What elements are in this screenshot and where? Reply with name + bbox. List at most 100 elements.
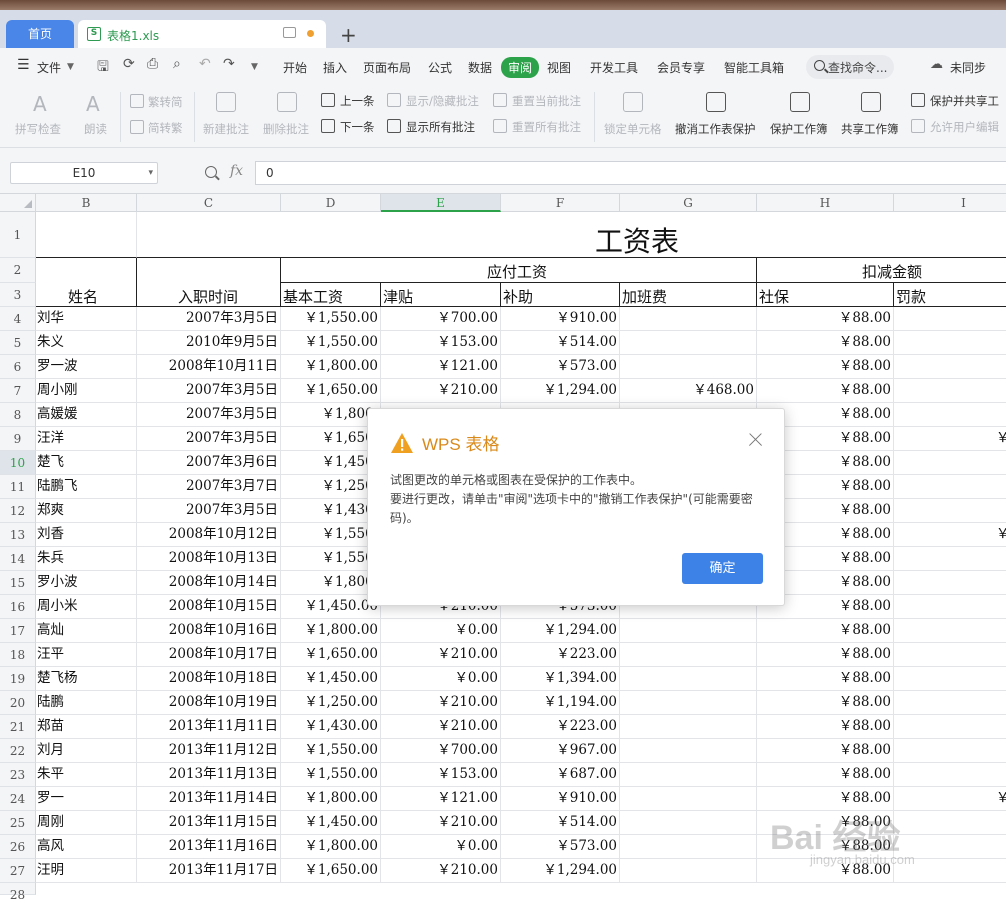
cell-i7[interactable] (894, 379, 1006, 403)
cell-g17[interactable] (620, 619, 757, 643)
column-header-f[interactable]: F (501, 194, 620, 212)
cell-f21[interactable]: ￥223.00 (501, 715, 620, 739)
cell-b10[interactable]: 楚飞 (36, 451, 137, 475)
cell-g18[interactable] (620, 643, 757, 667)
cell-f25[interactable]: ￥514.00 (501, 811, 620, 835)
cell-b18[interactable]: 汪平 (36, 643, 137, 667)
cell-c19[interactable]: 2008年10月18日 (137, 667, 281, 691)
show-all-comments-button[interactable]: 显示所有批注 (406, 119, 475, 135)
spell-check-button[interactable]: 拼写检查 (15, 121, 61, 137)
title-cell[interactable] (137, 212, 1006, 258)
cell-h7[interactable]: ￥88.00 (757, 379, 894, 403)
row-header-5[interactable]: 5 (0, 331, 36, 355)
cell-b9[interactable]: 汪洋 (36, 427, 137, 451)
row-header-7[interactable]: 7 (0, 379, 36, 403)
chevron-down-icon[interactable]: ▼ (67, 62, 74, 72)
cell-i10[interactable] (894, 451, 1006, 475)
row-header-11[interactable]: 11 (0, 475, 36, 499)
cell-f26[interactable]: ￥573.00 (501, 835, 620, 859)
command-search[interactable]: 查找命令... (806, 55, 894, 79)
cell-c5[interactable]: 2010年9月5日 (137, 331, 281, 355)
cell-g5[interactable] (620, 331, 757, 355)
save-icon[interactable]: 🖫 (97, 56, 109, 80)
cell-d14[interactable]: ￥1,550. (281, 547, 381, 571)
cell-b22[interactable]: 刘月 (36, 739, 137, 763)
column-header-c[interactable]: C (137, 194, 281, 212)
cell-f22[interactable]: ￥967.00 (501, 739, 620, 763)
simp-to-trad-button[interactable]: 简转繁 (148, 120, 183, 136)
new-comment-button[interactable]: 新建批注 (203, 121, 249, 137)
row-header-21[interactable]: 21 (0, 715, 36, 739)
cell-c10[interactable]: 2007年3月6日 (137, 451, 281, 475)
cell-h23[interactable]: ￥88.00 (757, 763, 894, 787)
show-hide-comment-button[interactable]: 显示/隐藏批注 (406, 93, 479, 109)
cell-g27[interactable] (620, 859, 757, 883)
cell-h22[interactable]: ￥88.00 (757, 739, 894, 763)
cell-i24[interactable]: ￥10. (894, 787, 1006, 811)
cell-c12[interactable]: 2007年3月5日 (137, 499, 281, 523)
cell-c27[interactable]: 2013年11月17日 (137, 859, 281, 883)
row-header-15[interactable]: 15 (0, 571, 36, 595)
column-header-e[interactable]: E (381, 194, 501, 212)
row-header-8[interactable]: 8 (0, 403, 36, 427)
cell-d22[interactable]: ￥1,550.00 (281, 739, 381, 763)
close-icon[interactable] (746, 431, 764, 449)
cell-e17[interactable]: ￥0.00 (381, 619, 501, 643)
cell-g4[interactable] (620, 307, 757, 331)
cell-d6[interactable]: ￥1,800.00 (281, 355, 381, 379)
cell-f19[interactable]: ￥1,394.00 (501, 667, 620, 691)
row-header-2[interactable]: 2 (0, 258, 36, 283)
cell-e20[interactable]: ￥210.00 (381, 691, 501, 715)
cell-g20[interactable] (620, 691, 757, 715)
cell-i16[interactable] (894, 595, 1006, 619)
cell-i5[interactable] (894, 331, 1006, 355)
cell-b1[interactable] (36, 212, 137, 258)
cell-i9[interactable]: ￥10. (894, 427, 1006, 451)
cell-i11[interactable] (894, 475, 1006, 499)
menu-review[interactable]: 审阅 (501, 57, 540, 78)
row-header-18[interactable]: 18 (0, 643, 36, 667)
cell-d21[interactable]: ￥1,430.00 (281, 715, 381, 739)
cell-f20[interactable]: ￥1,194.00 (501, 691, 620, 715)
cell-f27[interactable]: ￥1,294.00 (501, 859, 620, 883)
cell-e19[interactable]: ￥0.00 (381, 667, 501, 691)
cell-g24[interactable] (620, 787, 757, 811)
cell-b8[interactable]: 高媛媛 (36, 403, 137, 427)
cell-c18[interactable]: 2008年10月17日 (137, 643, 281, 667)
cell-d23[interactable]: ￥1,550.00 (281, 763, 381, 787)
menu-formula[interactable]: 公式 (428, 59, 452, 76)
cell-e25[interactable]: ￥210.00 (381, 811, 501, 835)
row-header-17[interactable]: 17 (0, 619, 36, 643)
cell-g19[interactable] (620, 667, 757, 691)
name-box-chevron-icon[interactable]: ▾ (148, 163, 153, 183)
row-header-23[interactable]: 23 (0, 763, 36, 787)
row-header-13[interactable]: 13 (0, 523, 36, 547)
cell-g7[interactable]: ￥468.00 (620, 379, 757, 403)
cell-d20[interactable]: ￥1,250.00 (281, 691, 381, 715)
cell-h6[interactable]: ￥88.00 (757, 355, 894, 379)
cell-b7[interactable]: 周小刚 (36, 379, 137, 403)
cell-d12[interactable]: ￥1,430. (281, 499, 381, 523)
cell-b16[interactable]: 周小米 (36, 595, 137, 619)
cell-d7[interactable]: ￥1,650.00 (281, 379, 381, 403)
reset-all-comments-button[interactable]: 重置所有批注 (512, 119, 581, 135)
cell-e26[interactable]: ￥0.00 (381, 835, 501, 859)
cell-d10[interactable]: ￥1,450. (281, 451, 381, 475)
row-header-16[interactable]: 16 (0, 595, 36, 619)
cell-h21[interactable]: ￥88.00 (757, 715, 894, 739)
cell-e18[interactable]: ￥210.00 (381, 643, 501, 667)
cell-i22[interactable] (894, 739, 1006, 763)
cell-c7[interactable]: 2007年3月5日 (137, 379, 281, 403)
cell-i15[interactable] (894, 571, 1006, 595)
cell-f6[interactable]: ￥573.00 (501, 355, 620, 379)
cell-b11[interactable]: 陆鹏飞 (36, 475, 137, 499)
unprotect-sheet-button[interactable]: 撤消工作表保护 (675, 121, 756, 137)
cell-f5[interactable]: ￥514.00 (501, 331, 620, 355)
cell-b17[interactable]: 高灿 (36, 619, 137, 643)
cell-e7[interactable]: ￥210.00 (381, 379, 501, 403)
cell-i21[interactable] (894, 715, 1006, 739)
row-header-12[interactable]: 12 (0, 499, 36, 523)
menu-member[interactable]: 会员专享 (657, 59, 705, 76)
row-header-1[interactable]: 1 (0, 212, 36, 258)
cell-i23[interactable] (894, 763, 1006, 787)
